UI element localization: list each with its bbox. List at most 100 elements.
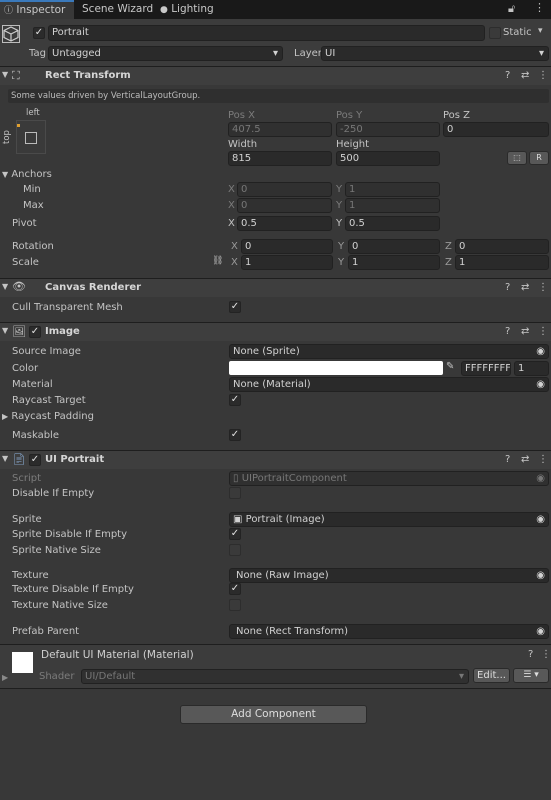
preset-icon[interactable]: ⇄ [521, 282, 529, 293]
static-dropdown-icon[interactable]: ▾ [538, 26, 543, 36]
anchor-presets-button[interactable] [16, 120, 46, 154]
object-name-field[interactable]: Portrait [48, 25, 485, 41]
help-icon[interactable]: ? [505, 70, 510, 81]
component-menu-icon[interactable]: ⋮ [541, 649, 551, 660]
tab-lighting[interactable]: ● Lighting [160, 0, 214, 19]
help-icon[interactable]: ? [505, 326, 510, 337]
rotation-x-field[interactable]: 0 [241, 239, 333, 254]
help-icon[interactable]: ? [505, 282, 510, 293]
max-y-field[interactable]: 1 [345, 198, 440, 213]
object-picker-icon[interactable]: ◉ [536, 378, 545, 391]
sprite-field[interactable]: ▣ Portrait (Image) ◉ [229, 512, 549, 527]
object-picker-icon[interactable]: ◉ [536, 513, 545, 526]
tab-inspector[interactable]: ⓘ Inspector [0, 0, 74, 19]
width-field[interactable]: 815 [228, 151, 332, 166]
edit-shader-button[interactable]: Edit... [473, 668, 510, 683]
constrain-proportions-icon[interactable]: ⛓ [212, 256, 223, 266]
active-checkbox[interactable]: ✓ [33, 27, 45, 39]
object-picker-icon[interactable]: ◉ [536, 345, 545, 358]
foldout-arrow-icon[interactable]: ▼ [2, 326, 8, 335]
raw-edit-button[interactable]: R [529, 151, 549, 165]
pivot-y-field[interactable]: 0.5 [345, 216, 440, 231]
scale-label: Scale [12, 257, 39, 268]
object-picker-icon[interactable]: ◉ [536, 625, 545, 638]
min-x-axis: X [228, 184, 235, 195]
raycast-target-checkbox[interactable]: ✓ [229, 394, 241, 406]
scale-z-field[interactable]: 1 [455, 255, 549, 270]
foldout-arrow-icon[interactable]: ▼ [2, 454, 8, 463]
texture-field[interactable]: None (Raw Image) ◉ [229, 568, 549, 583]
pivot-x-field[interactable]: 0.5 [237, 216, 332, 231]
component-menu-icon[interactable]: ⋮ [538, 282, 548, 293]
add-component-button[interactable]: Add Component [180, 705, 367, 724]
blueprint-mode-button[interactable]: ⬚ [507, 151, 527, 165]
tab-bar: ⓘ Inspector Scene Wizard ● Lighting 🔓︎ ⋮ [0, 0, 551, 19]
object-picker-icon[interactable]: ◉ [536, 569, 545, 582]
eyedropper-icon[interactable]: ✎ [446, 361, 454, 372]
sprite-native-size-checkbox[interactable] [229, 544, 241, 556]
static-checkbox[interactable] [489, 27, 501, 39]
height-field[interactable]: 500 [336, 151, 440, 166]
raycast-padding-foldout[interactable]: ▶ Raycast Padding [2, 411, 94, 422]
layer-dropdown[interactable]: UI ▾ [321, 46, 549, 61]
component-menu-icon[interactable]: ⋮ [538, 454, 548, 465]
tag-dropdown[interactable]: Untagged ▾ [48, 46, 283, 61]
ui-portrait-enabled-checkbox[interactable]: ✓ [29, 454, 41, 466]
layer-value: UI [325, 48, 336, 59]
scale-y-field[interactable]: 1 [348, 255, 440, 270]
rect-transform-header[interactable]: ▼ ⛶ Rect Transform ? ⇄ ⋮ [0, 66, 551, 85]
texture-native-size-checkbox[interactable] [229, 599, 241, 611]
more-menu-icon[interactable]: ⋮ [534, 1, 545, 14]
rotation-z-field[interactable]: 0 [455, 239, 549, 254]
image-enabled-checkbox[interactable]: ✓ [29, 326, 41, 338]
sprite-disable-if-empty-checkbox[interactable]: ✓ [229, 528, 241, 540]
preset-icon[interactable]: ⇄ [521, 70, 529, 81]
pos-x-field[interactable]: 407.5 [228, 122, 332, 137]
min-y-field[interactable]: 1 [345, 182, 440, 197]
tab-scene-wizard[interactable]: Scene Wizard [82, 0, 153, 19]
texture-disable-if-empty-checkbox[interactable]: ✓ [229, 583, 241, 595]
divider [0, 688, 551, 689]
component-menu-icon[interactable]: ⋮ [538, 70, 548, 81]
min-x-field[interactable]: 0 [237, 182, 332, 197]
width-label: Width [228, 139, 258, 150]
anchors-foldout[interactable]: ▼ Anchors [2, 169, 52, 180]
chevron-down-icon: ▾ [272, 48, 278, 59]
canvas-renderer-header[interactable]: ▼ 👁︎ Canvas Renderer ? ⇄ ⋮ [0, 278, 551, 297]
foldout-arrow-icon[interactable]: ▼ [2, 282, 8, 291]
preset-icon[interactable]: ⇄ [521, 326, 529, 337]
disable-if-empty-checkbox[interactable] [229, 487, 241, 499]
foldout-arrow-icon: ▶ [2, 412, 9, 421]
shader-dropdown[interactable]: UI/Default ▾ [81, 669, 469, 684]
help-icon[interactable]: ? [505, 454, 510, 465]
color-alpha-field[interactable]: 1 [514, 361, 549, 376]
rotation-y-field[interactable]: 0 [348, 239, 440, 254]
sprite-label: Sprite [12, 514, 42, 525]
foldout-arrow-icon[interactable]: ▼ [2, 70, 8, 79]
component-menu-icon[interactable]: ⋮ [538, 326, 548, 337]
scale-x-field[interactable]: 1 [241, 255, 333, 270]
source-image-label: Source Image [12, 346, 81, 357]
material-field[interactable]: None (Material) ◉ [229, 377, 549, 392]
image-header[interactable]: ▼ 🖼︎ ✓ Image ? ⇄ ⋮ [0, 322, 551, 341]
sprite-value: Portrait (Image) [245, 514, 325, 525]
cull-transparent-mesh-checkbox[interactable]: ✓ [229, 301, 241, 313]
lock-icon[interactable]: 🔓︎ [508, 2, 515, 16]
help-icon[interactable]: ? [528, 649, 533, 660]
rotation-z-axis: Z [445, 241, 452, 252]
material-label: Material [12, 379, 53, 390]
shader-menu-button[interactable]: ☰ ▾ [513, 668, 549, 683]
color-hex-field[interactable]: FFFFFFFF [461, 361, 511, 376]
preset-icon[interactable]: ⇄ [521, 454, 529, 465]
max-label: Max [23, 200, 44, 211]
prefab-parent-field[interactable]: None (Rect Transform) ◉ [229, 624, 549, 639]
pos-z-field[interactable]: 0 [443, 122, 549, 137]
ui-portrait-header[interactable]: ▼ 📄︎ ✓ UI Portrait ? ⇄ ⋮ [0, 450, 551, 469]
source-image-field[interactable]: None (Sprite) ◉ [229, 344, 549, 359]
maskable-checkbox[interactable]: ✓ [229, 429, 241, 441]
color-swatch[interactable] [229, 361, 443, 375]
pos-y-field[interactable]: -250 [336, 122, 440, 137]
max-x-field[interactable]: 0 [237, 198, 332, 213]
rotation-x-axis: X [231, 241, 238, 252]
foldout-arrow-icon[interactable]: ▶ [2, 673, 8, 682]
